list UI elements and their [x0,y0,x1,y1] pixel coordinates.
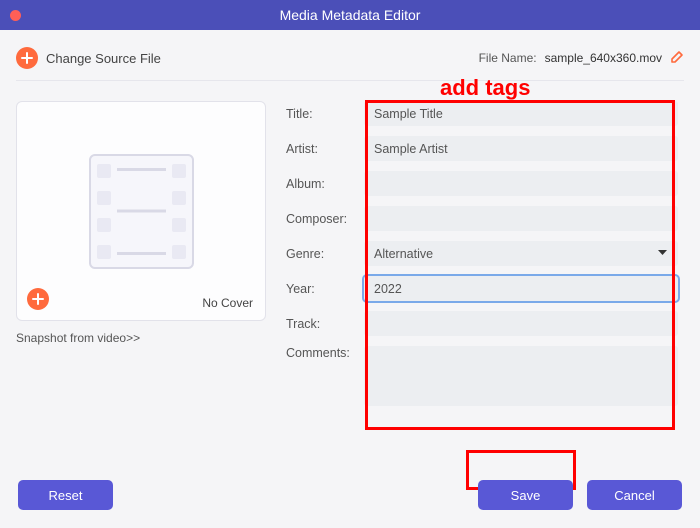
reset-button[interactable]: Reset [18,480,113,510]
artist-input[interactable] [364,136,678,161]
window-title: Media Metadata Editor [0,7,700,23]
filename-label: File Name: [479,51,537,65]
snapshot-from-video-link[interactable]: Snapshot from video>> [16,331,266,345]
no-cover-label: No Cover [202,296,253,310]
film-icon [89,154,194,269]
track-input[interactable] [364,311,678,336]
plus-circle-icon [27,288,49,310]
add-cover-button[interactable] [27,288,49,310]
album-input[interactable] [364,171,678,196]
window-titlebar: Media Metadata Editor [0,0,700,30]
filename-value: sample_640x360.mov [545,51,662,65]
chevron-down-icon [657,245,668,263]
comments-input[interactable] [364,346,678,406]
composer-input[interactable] [364,206,678,231]
save-button[interactable]: Save [478,480,573,510]
change-source-file-label: Change Source File [46,51,161,66]
album-label: Album: [286,177,364,191]
cover-art-placeholder: No Cover [16,101,266,321]
track-label: Track: [286,317,364,331]
edit-filename-icon[interactable] [670,50,684,67]
year-label: Year: [286,282,364,296]
genre-label: Genre: [286,247,364,261]
artist-label: Artist: [286,142,364,156]
close-window-icon[interactable] [10,10,21,21]
title-label: Title: [286,107,364,121]
year-input[interactable] [364,276,678,301]
title-input[interactable] [364,101,678,126]
cancel-button[interactable]: Cancel [587,480,682,510]
plus-circle-icon [16,47,38,69]
composer-label: Composer: [286,212,364,226]
change-source-file-button[interactable]: Change Source File [16,47,161,69]
genre-select[interactable] [364,241,678,266]
comments-label: Comments: [286,346,364,360]
